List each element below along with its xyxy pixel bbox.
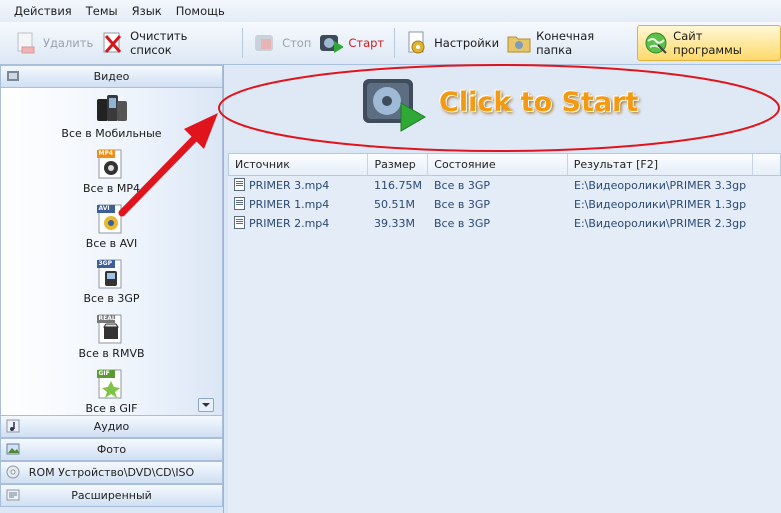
video-file-icon <box>234 178 245 191</box>
column-result[interactable]: Результат [F2] <box>568 154 754 175</box>
column-size[interactable]: Размер <box>368 154 429 175</box>
delete-label: Удалить <box>42 36 94 50</box>
delete-icon <box>14 30 38 56</box>
cell-result: E:\Видеоролики\PRIMER 2.3gp <box>574 217 747 230</box>
output-folder-button[interactable]: Конечная папка <box>503 25 637 61</box>
format-badge: GIF <box>98 370 110 377</box>
disc-icon <box>6 465 20 479</box>
clear-list-label: Очистить список <box>130 29 188 57</box>
toolbar-separator <box>242 28 244 58</box>
advanced-icon <box>6 488 20 502</box>
menu-help[interactable]: Помощь <box>169 0 232 22</box>
menu-themes[interactable]: Темы <box>79 0 125 22</box>
format-badge: AVI <box>98 205 110 212</box>
chevron-down-icon <box>202 403 210 407</box>
format-badge: REAL <box>98 315 116 322</box>
gif-icon: GIF <box>95 368 129 400</box>
3gp-icon: 3GP <box>95 258 129 290</box>
video-file-icon <box>234 216 245 229</box>
table-row[interactable]: PRIMER 2.mp4 39.33M Все в 3GP E:\Видеоро… <box>228 214 781 233</box>
table-row[interactable]: PRIMER 3.mp4 116.75M Все в 3GP E:\Видеор… <box>228 176 781 195</box>
cell-status: Все в 3GP <box>434 198 490 211</box>
delete-button[interactable]: Удалить <box>10 25 97 61</box>
stop-button[interactable]: Стоп <box>249 25 315 61</box>
rom-section-header[interactable]: ROM Устройство\DVD\CD\ISO <box>0 461 223 484</box>
stop-label: Стоп <box>282 36 312 50</box>
file-list-table: Источник Размер Состояние Результат [F2]… <box>228 153 781 513</box>
table-header: Источник Размер Состояние Результат [F2] <box>228 153 781 176</box>
format-label: Все в GIF <box>85 402 138 415</box>
format-item-rmvb[interactable]: REAL Все в RMVB <box>1 313 222 360</box>
column-status[interactable]: Состояние <box>428 154 568 175</box>
globe-icon <box>644 30 668 56</box>
music-note-icon <box>6 419 20 433</box>
start-icon <box>319 30 344 56</box>
cell-size: 39.33M <box>374 217 415 230</box>
cell-size: 50.51M <box>374 198 415 211</box>
menu-bar: Действия Темы Язык Помощь <box>0 0 781 22</box>
video-file-icon <box>234 197 245 210</box>
cell-result: E:\Видеоролики\PRIMER 3.3gp <box>574 179 747 192</box>
column-filler <box>753 154 780 175</box>
start-label: Старт <box>348 36 385 50</box>
website-button[interactable]: Сайт программы <box>637 25 781 61</box>
start-button[interactable]: Старт <box>315 25 388 61</box>
format-label: Все в 3GP <box>83 292 140 305</box>
output-folder-label: Конечная папка <box>536 29 595 57</box>
picture-icon <box>6 442 20 456</box>
cell-source: PRIMER 3.mp4 <box>228 176 368 195</box>
toolbar: Удалить Очистить список Стоп Старт Настр… <box>0 22 781 65</box>
cell-result: E:\Видеоролики\PRIMER 1.3gp <box>574 198 747 211</box>
website-label: Сайт программы <box>673 29 742 57</box>
video-section-icon <box>6 69 20 83</box>
settings-button[interactable]: Настройки <box>401 25 503 61</box>
scroll-down-button[interactable] <box>198 398 214 412</box>
settings-label: Настройки <box>434 36 500 50</box>
audio-section-header[interactable]: Аудио <box>0 415 223 438</box>
folder-icon <box>507 30 531 56</box>
menu-language[interactable]: Язык <box>125 0 169 22</box>
clear-list-button[interactable]: Очистить список <box>97 25 236 61</box>
clear-list-icon <box>101 30 125 56</box>
format-item-3gp[interactable]: 3GP Все в 3GP <box>1 258 222 305</box>
format-badge: 3GP <box>98 260 113 267</box>
format-label: Все в RMVB <box>78 347 145 360</box>
video-section-header[interactable]: Видео <box>0 65 223 88</box>
cell-size: 116.75M <box>374 179 422 192</box>
cell-status: Все в 3GP <box>434 217 490 230</box>
format-label: Все в AVI <box>85 237 138 250</box>
toolbar-separator <box>394 28 396 58</box>
table-row[interactable]: PRIMER 1.mp4 50.51M Все в 3GP E:\Видеоро… <box>228 195 781 214</box>
menu-actions[interactable]: Действия <box>0 0 79 22</box>
annotation-arrow <box>118 113 218 217</box>
format-item-gif[interactable]: GIF Все в GIF <box>1 368 222 415</box>
advanced-section-header[interactable]: Расширенный <box>0 484 223 507</box>
cell-source: PRIMER 1.mp4 <box>228 195 368 214</box>
cell-status: Все в 3GP <box>434 179 490 192</box>
photo-section-header[interactable]: Фото <box>0 438 223 461</box>
settings-icon <box>405 30 429 56</box>
stop-icon <box>253 30 277 56</box>
column-source[interactable]: Источник <box>229 154 369 175</box>
rmvb-icon: REAL <box>95 313 129 345</box>
annotation-ellipse <box>218 64 780 152</box>
cell-source: PRIMER 2.mp4 <box>228 214 368 233</box>
